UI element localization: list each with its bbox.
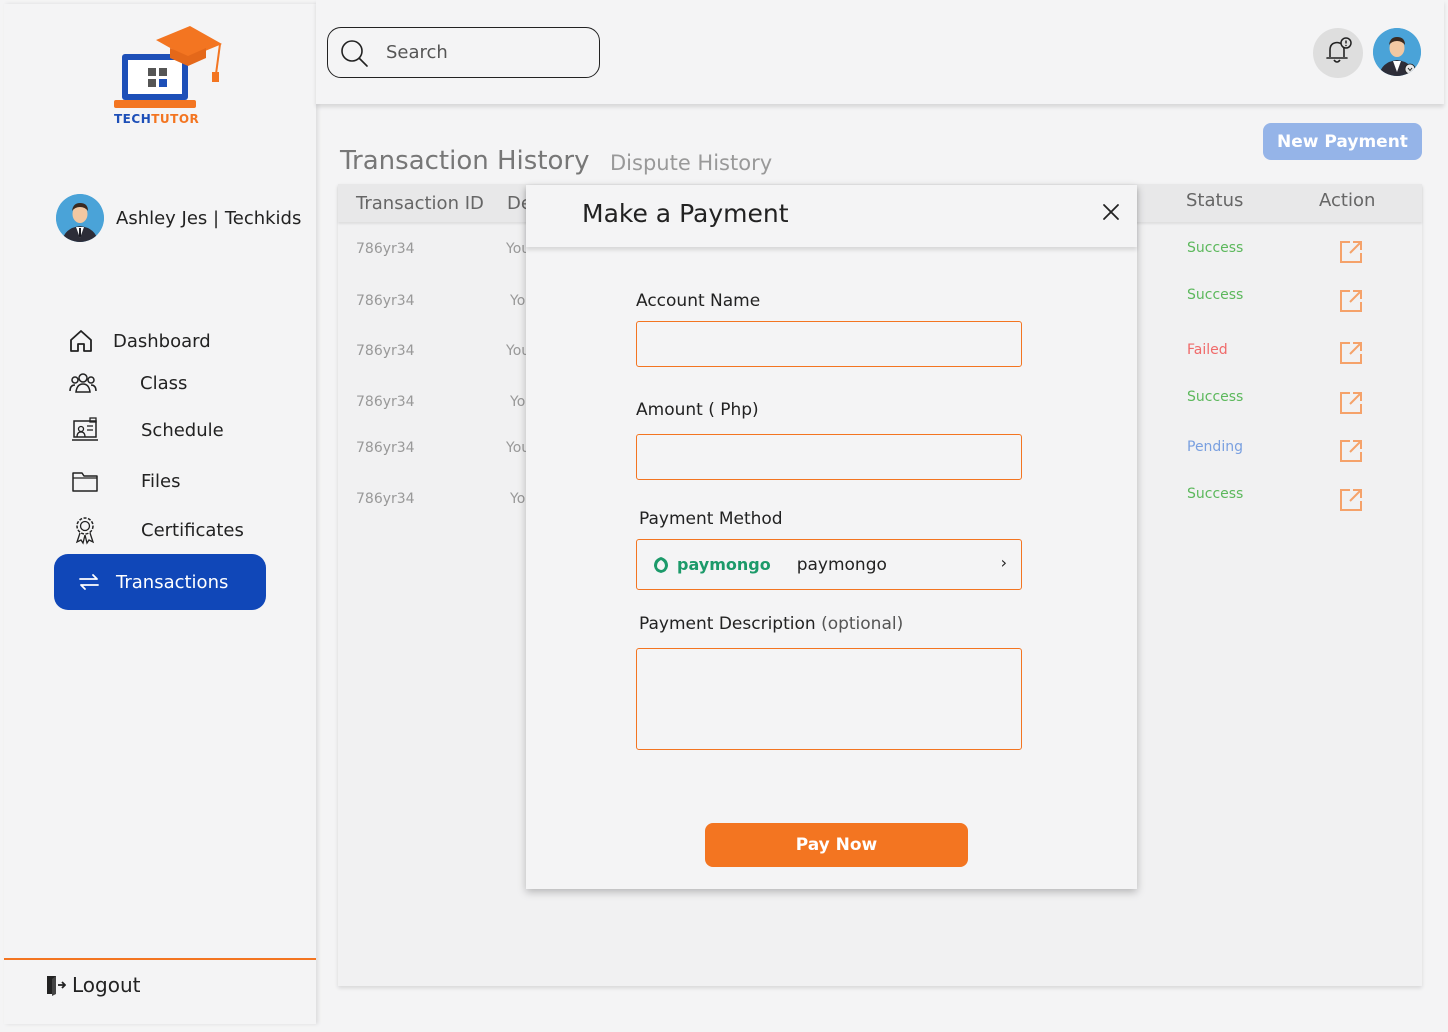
sidebar: TECHTUTOR Ashley Jes | Techkids Dashboar…	[4, 4, 316, 1024]
column-header-action: Action	[1319, 189, 1376, 211]
account-name-label: Account Name	[636, 291, 761, 311]
sidebar-item-files[interactable]: Files	[70, 466, 181, 496]
swap-arrows-icon	[74, 573, 104, 591]
external-link-icon[interactable]	[1338, 239, 1364, 265]
transaction-id-cell: 786yr34	[356, 394, 415, 410]
user-profile[interactable]: Ashley Jes | Techkids	[56, 194, 301, 242]
new-payment-button[interactable]: New Payment	[1263, 123, 1422, 160]
sidebar-divider	[4, 958, 316, 960]
users-icon	[68, 368, 98, 398]
folder-icon	[70, 466, 100, 496]
paymongo-icon	[654, 556, 668, 573]
sidebar-item-certificates[interactable]: Certificates	[70, 515, 244, 545]
account-name-field[interactable]	[636, 321, 1022, 367]
external-link-icon[interactable]	[1338, 288, 1364, 314]
sidebar-item-label: Certificates	[141, 519, 244, 541]
payment-description-label: Payment Description (optional)	[639, 614, 903, 634]
transaction-id-cell: 786yr34	[356, 491, 415, 507]
transaction-id-cell: 786yr34	[356, 440, 415, 456]
sidebar-item-label: Class	[140, 372, 188, 394]
external-link-icon[interactable]	[1338, 390, 1364, 416]
profile-name: Ashley Jes | Techkids	[116, 207, 302, 229]
status-badge: Success	[1187, 240, 1244, 256]
bell-icon	[1322, 35, 1354, 71]
search-input[interactable]	[386, 42, 566, 63]
sidebar-item-label: Transactions	[116, 571, 229, 593]
sidebar-item-transactions[interactable]: Transactions	[54, 554, 266, 610]
description-cell: Yo	[510, 394, 526, 410]
sidebar-item-label: Dashboard	[113, 330, 211, 352]
close-button[interactable]	[1098, 201, 1124, 227]
presentation-icon	[70, 415, 100, 445]
column-header-status: Status	[1186, 189, 1244, 211]
account-avatar[interactable]	[1373, 28, 1421, 76]
status-badge: Success	[1187, 389, 1244, 405]
search-icon	[338, 37, 370, 69]
logout-button[interactable]: Logout	[42, 972, 140, 998]
external-link-icon[interactable]	[1338, 340, 1364, 366]
paymongo-logo-text: paymongo	[677, 555, 771, 574]
amount-label: Amount ( Php)	[636, 400, 759, 420]
payment-description-input[interactable]	[637, 649, 1021, 749]
award-icon	[70, 515, 100, 545]
logo-text: TECHTUTOR	[114, 112, 200, 126]
sidebar-item-class[interactable]: Class	[68, 368, 187, 398]
home-icon	[66, 326, 96, 356]
status-badge: Failed	[1187, 342, 1228, 358]
tab-transaction-history[interactable]: Transaction History	[340, 146, 590, 176]
payment-description-label-text: Payment Description	[639, 614, 816, 634]
tab-dispute-history[interactable]: Dispute History	[610, 151, 772, 175]
logout-icon	[42, 972, 68, 998]
description-cell: Yo	[510, 491, 526, 507]
amount-input[interactable]	[637, 435, 1021, 479]
modal-title: Make a Payment	[582, 199, 789, 228]
chevron-right-icon: ›	[1000, 553, 1007, 572]
sidebar-item-label: Files	[141, 470, 181, 492]
sidebar-item-label: Schedule	[141, 419, 224, 441]
pay-now-button[interactable]: Pay Now	[705, 823, 968, 867]
notifications-button[interactable]	[1313, 28, 1363, 78]
sidebar-item-schedule[interactable]: Schedule	[70, 415, 224, 445]
payment-description-field[interactable]	[636, 648, 1022, 750]
payment-method-label: Payment Method	[639, 509, 783, 529]
make-payment-modal: Make a Payment Account Name Amount ( Php…	[526, 185, 1137, 889]
description-cell: Yo	[510, 293, 526, 309]
payment-method-name: paymongo	[796, 554, 887, 575]
app-root: TECHTUTOR Ashley Jes | Techkids Dashboar…	[0, 0, 1448, 1032]
external-link-icon[interactable]	[1338, 487, 1364, 513]
payment-method-select[interactable]: paymongo paymongo ›	[636, 539, 1022, 590]
account-name-input[interactable]	[637, 322, 1021, 366]
avatar	[56, 194, 104, 242]
external-link-icon[interactable]	[1338, 438, 1364, 464]
amount-field[interactable]	[636, 434, 1022, 480]
status-badge: Success	[1187, 486, 1244, 502]
status-badge: Pending	[1187, 439, 1243, 455]
column-header-transaction-id: Transaction ID	[356, 192, 484, 214]
optional-hint: (optional)	[821, 614, 904, 634]
status-badge: Success	[1187, 287, 1244, 303]
modal-header: Make a Payment	[526, 185, 1137, 247]
top-bar	[316, 0, 1444, 104]
sidebar-item-dashboard[interactable]: Dashboard	[66, 326, 211, 356]
logout-label: Logout	[72, 973, 141, 997]
close-icon	[1102, 203, 1120, 225]
transaction-id-cell: 786yr34	[356, 241, 415, 257]
paymongo-logo: paymongo	[651, 555, 771, 575]
transaction-id-cell: 786yr34	[356, 343, 415, 359]
search-box[interactable]	[327, 27, 600, 78]
transaction-id-cell: 786yr34	[356, 293, 415, 309]
